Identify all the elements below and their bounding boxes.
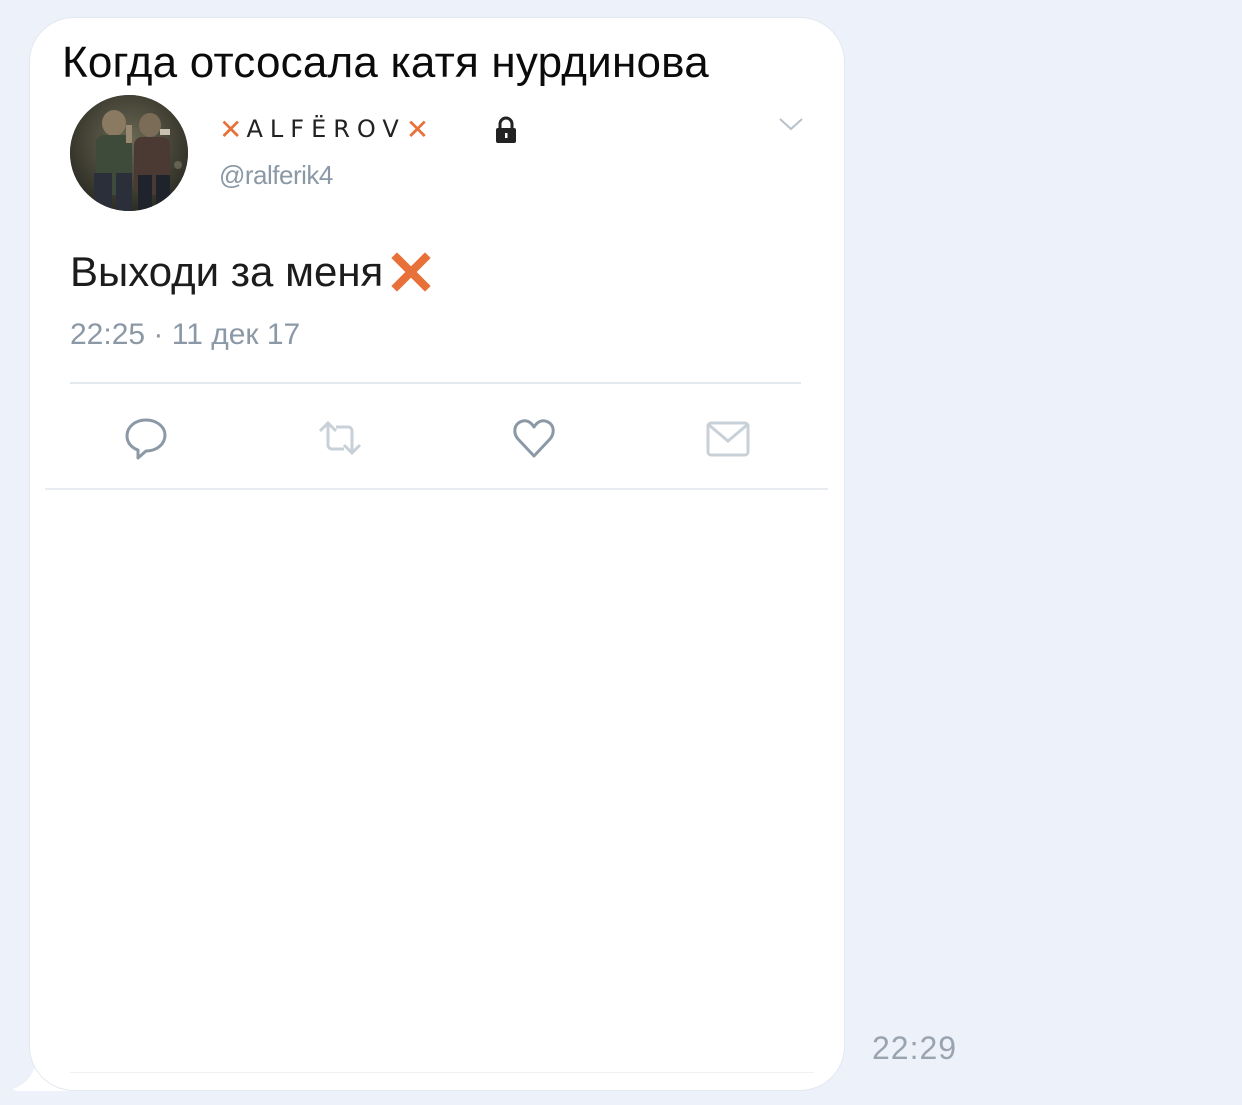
retweet-icon — [318, 420, 362, 456]
lock-icon — [496, 116, 516, 143]
dm-button[interactable] — [704, 414, 752, 462]
heart-icon — [513, 419, 555, 458]
display-name-prefix-mark: ✕ — [219, 112, 243, 146]
retweet-button[interactable] — [316, 414, 364, 462]
avatar-photo — [70, 95, 188, 211]
message-caption: Когда отсосала катя нурдинова — [62, 38, 709, 87]
tweet-text: Выходи за меня — [70, 248, 384, 295]
chevron-down-icon[interactable] — [776, 113, 806, 135]
display-name-suffix-mark: ✕ — [405, 112, 430, 146]
like-button[interactable] — [510, 414, 558, 462]
cross-mark-icon — [391, 252, 431, 292]
reply-button[interactable] — [122, 414, 170, 462]
divider — [70, 1072, 814, 1073]
tweet-body: Выходи за меня — [70, 248, 431, 296]
display-name-text: ALFЁROV — [246, 115, 406, 143]
divider — [45, 488, 828, 490]
avatar[interactable] — [70, 95, 188, 211]
tweet-display-name[interactable]: ✕ ALFЁROV ✕ — [219, 112, 429, 146]
divider — [70, 382, 801, 384]
reply-bubble-icon — [125, 418, 167, 460]
tweet-timestamp[interactable]: 22:25 · 11 дек 17 — [70, 318, 300, 352]
tweet-handle[interactable]: @ralferik4 — [219, 160, 333, 191]
message-time: 22:29 — [872, 1030, 958, 1066]
envelope-icon — [706, 421, 750, 457]
